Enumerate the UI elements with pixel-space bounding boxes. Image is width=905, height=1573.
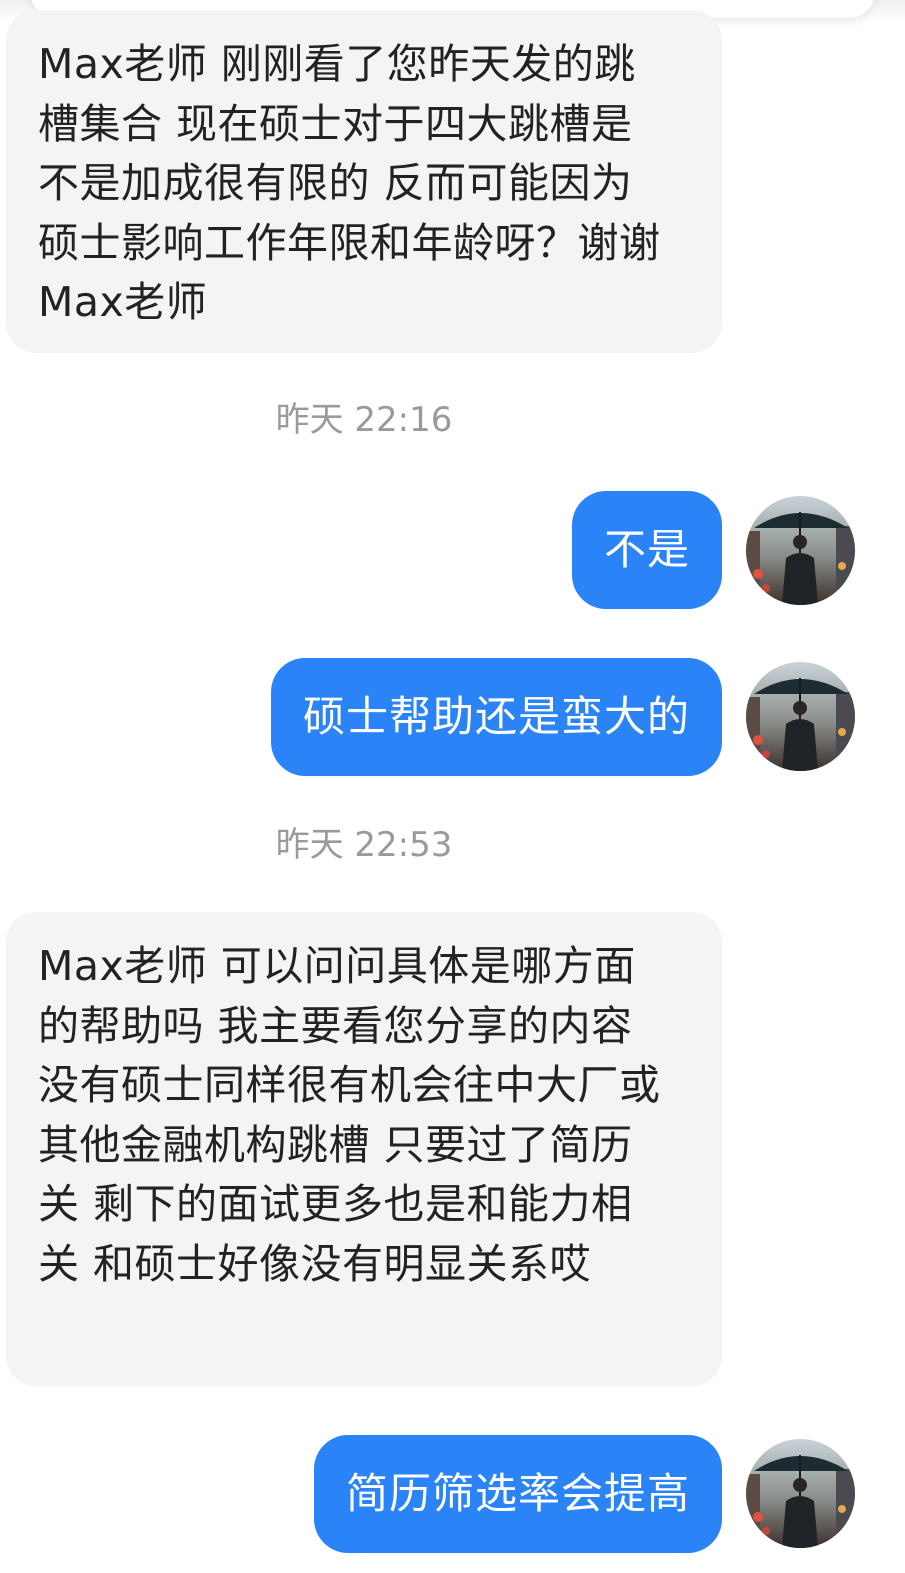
message-timestamp: 昨天 22:53: [275, 825, 453, 865]
user-avatar[interactable]: [746, 1439, 855, 1548]
umbrella-man-avatar-icon: [746, 496, 855, 605]
incoming-message-bubble[interactable]: Max老师 可以问问具体是哪方面的帮助吗 我主要看您分享的内容 没有硕士同样很有…: [6, 912, 722, 1386]
outgoing-message-bubble[interactable]: 简历筛选率会提高: [313, 1435, 722, 1553]
outgoing-message-bubble[interactable]: 不是: [571, 491, 722, 609]
user-avatar[interactable]: [746, 496, 855, 605]
umbrella-man-avatar-icon: [746, 1439, 855, 1548]
incoming-message-bubble[interactable]: Max老师 刚刚看了您昨天发的跳槽集合 现在硕士对于四大跳槽是不是加成很有限的 …: [6, 10, 722, 353]
outgoing-message-bubble[interactable]: 硕士帮助还是蛮大的: [270, 658, 722, 776]
umbrella-man-avatar-icon: [746, 662, 855, 771]
user-avatar[interactable]: [746, 662, 855, 771]
message-timestamp: 昨天 22:16: [275, 400, 453, 440]
